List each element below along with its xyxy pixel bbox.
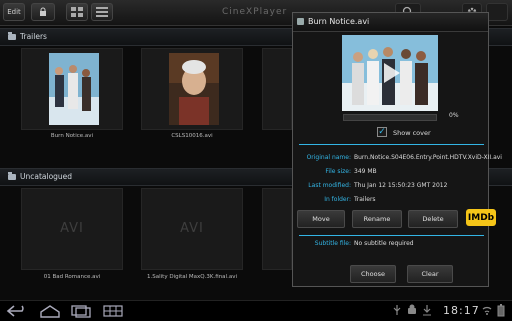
tile-caption: 1.Sality Digital MaxQ.3K.final.avi	[147, 274, 237, 280]
dialog-title: Burn Notice.avi	[308, 17, 370, 26]
grid-view-icon	[71, 7, 83, 17]
folder-icon	[8, 172, 16, 180]
cover-image[interactable]	[342, 35, 438, 111]
choose-button[interactable]: Choose	[350, 265, 396, 283]
csls10016-thumbnail	[169, 53, 219, 125]
uncatalogued-section-label: Uncatalogued	[20, 172, 73, 181]
tile-sality-digital[interactable]: AVI	[141, 188, 243, 270]
delete-button[interactable]: Delete	[408, 210, 458, 228]
tile-partial[interactable]	[262, 188, 292, 270]
move-button[interactable]: Move	[297, 210, 345, 228]
original-name-value: Burn.Notice.S04E06.Entry.Point.HDTV.XviD…	[354, 154, 502, 161]
tile-partial[interactable]	[262, 48, 292, 130]
clock[interactable]: 18:17	[443, 304, 480, 317]
in-folder-value: Trailers	[354, 196, 376, 203]
menu-grid-icon[interactable]	[102, 304, 124, 318]
android-icon	[408, 304, 416, 314]
tile-bad-romance[interactable]: AVI	[21, 188, 123, 270]
progress-percent: 0%	[449, 112, 459, 119]
battery-icon	[497, 304, 505, 317]
avi-placeholder: AVI	[60, 221, 84, 236]
info-label: File size:	[325, 168, 351, 175]
imdb-button[interactable]: IMDb	[466, 209, 496, 226]
menu-button[interactable]	[486, 3, 508, 21]
lock-icon	[40, 7, 46, 16]
info-label: In folder:	[324, 196, 351, 203]
avi-placeholder: AVI	[180, 221, 204, 236]
subtitle-value: No subtitle required	[354, 240, 414, 247]
edit-button[interactable]: Edit	[3, 3, 25, 21]
progress-bar	[343, 114, 437, 121]
download-icon	[423, 305, 431, 316]
list-view-icon	[96, 7, 108, 17]
lock-button[interactable]	[31, 3, 55, 21]
last-modified-value: Thu Jan 12 15:50:23 GMT 2012	[354, 182, 448, 189]
file-details-dialog: Burn Notice.avi 0% ✓ Show cover Original…	[292, 12, 502, 287]
back-icon[interactable]	[6, 304, 28, 318]
list-view-button[interactable]	[91, 3, 113, 21]
show-cover-checkbox[interactable]: ✓	[377, 127, 387, 137]
folder-icon	[8, 32, 16, 40]
tile-caption: CSLS10016.avi	[171, 133, 213, 139]
home-icon[interactable]	[39, 304, 61, 318]
usb-debug-icon	[393, 305, 401, 315]
trailers-section-label: Trailers	[20, 32, 47, 41]
grid-view-button[interactable]	[66, 3, 88, 21]
clear-button[interactable]: Clear	[407, 265, 453, 283]
info-label: Last modified:	[308, 182, 351, 189]
info-label: Original name:	[306, 154, 351, 161]
file-size-value: 349 MB	[354, 168, 377, 175]
tile-burn-notice[interactable]	[21, 48, 123, 130]
app-title: CineXPlayer	[222, 7, 288, 17]
rename-button[interactable]: Rename	[352, 210, 402, 228]
system-navigation-bar: 18:17	[0, 300, 512, 321]
recent-apps-icon[interactable]	[70, 304, 92, 318]
show-cover-label: Show cover	[393, 129, 431, 137]
tile-caption: Burn Notice.avi	[50, 133, 94, 139]
divider	[299, 235, 484, 236]
tile-caption: 01 Bad Romance.avi	[43, 274, 101, 280]
file-icon	[297, 18, 304, 25]
tile-csls10016[interactable]	[141, 48, 243, 130]
divider	[299, 144, 484, 145]
wifi-icon	[482, 306, 492, 315]
burn-notice-thumbnail	[49, 53, 99, 125]
subtitle-label: Subtitle file:	[314, 240, 351, 247]
dialog-header: Burn Notice.avi	[293, 13, 488, 32]
